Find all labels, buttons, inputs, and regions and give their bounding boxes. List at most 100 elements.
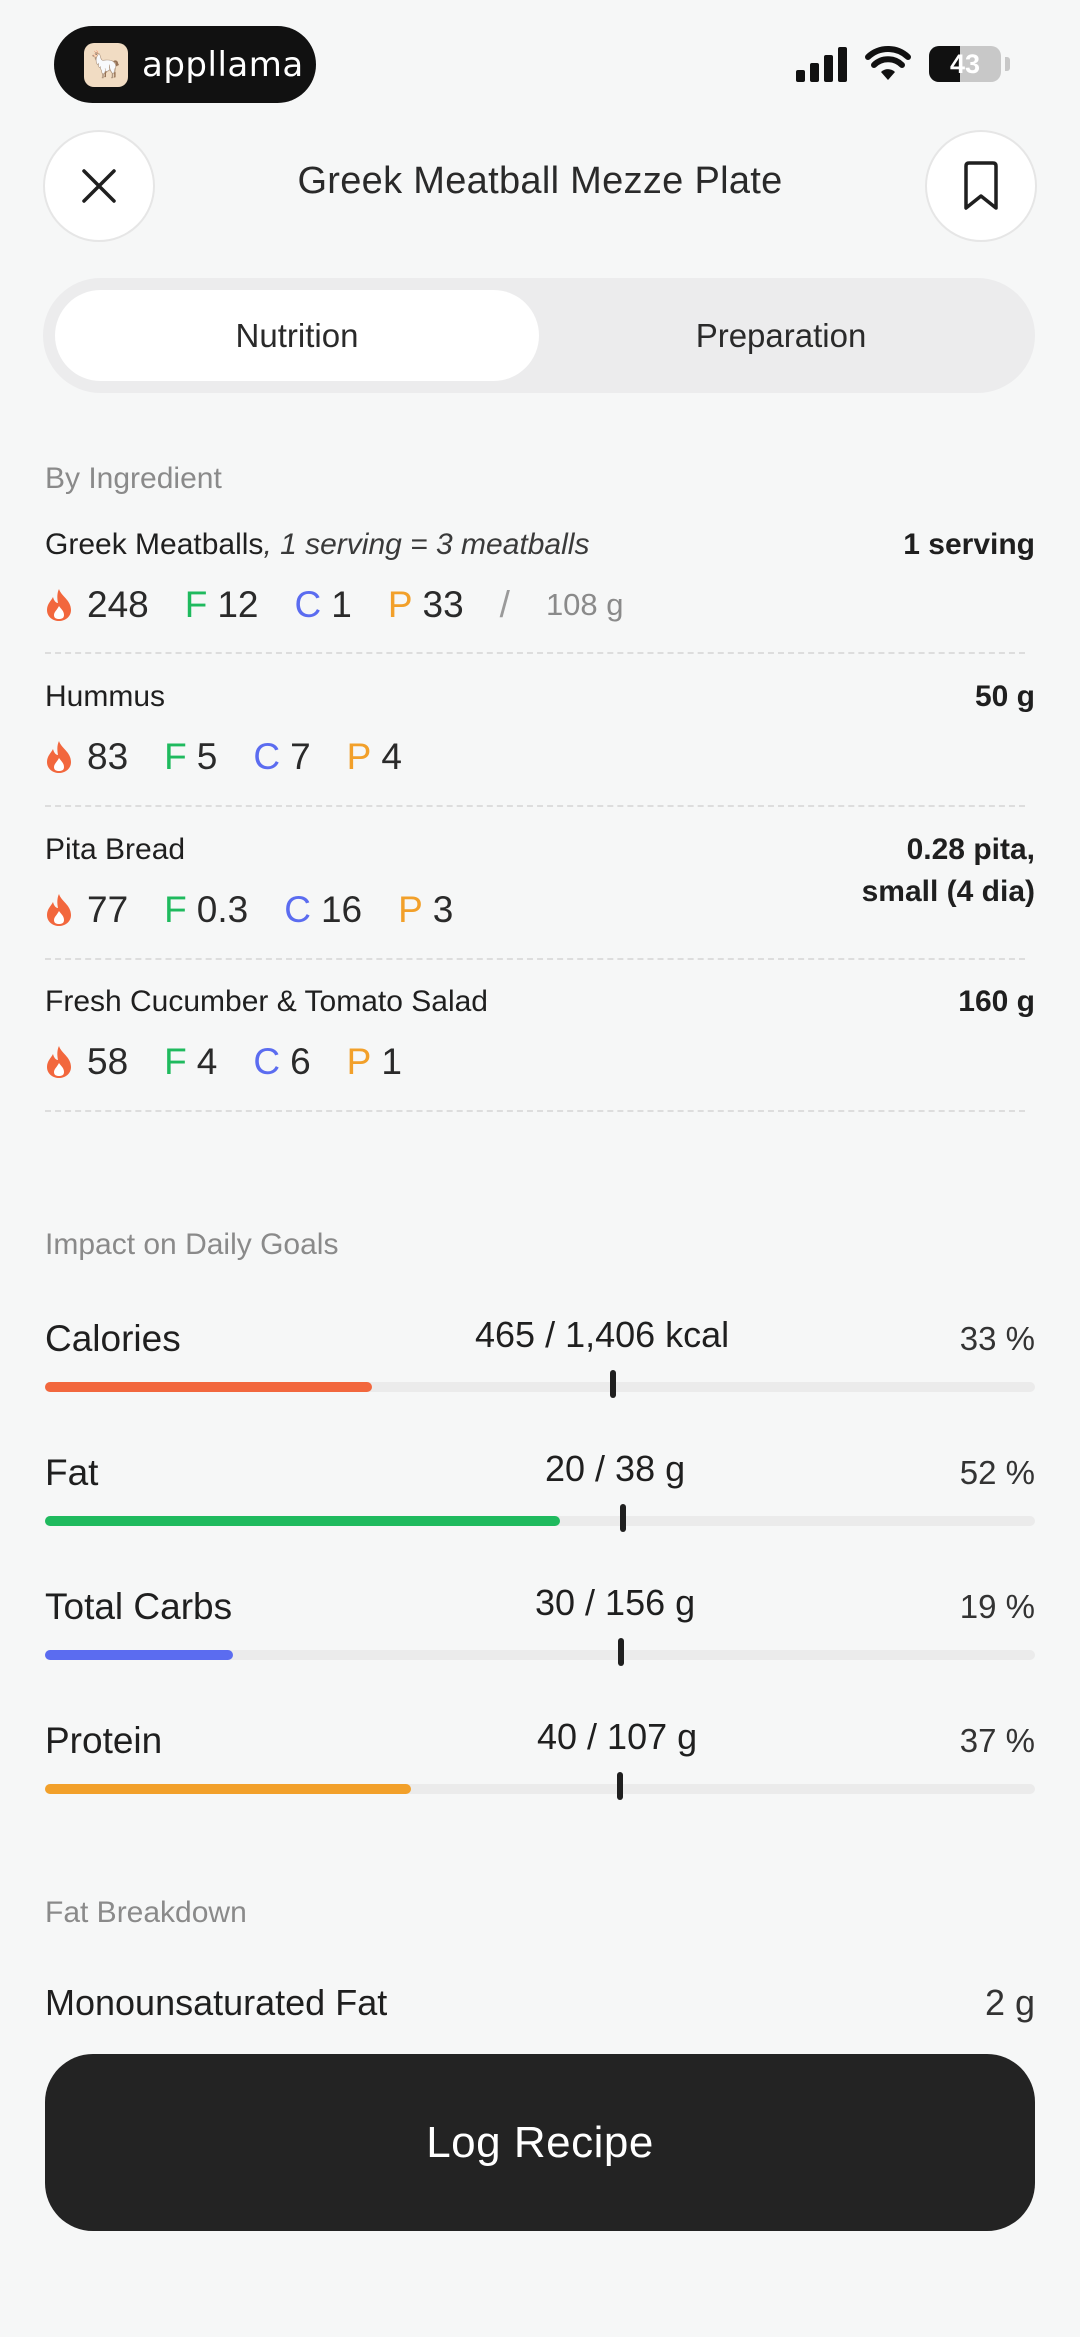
protein-letter: P bbox=[346, 736, 372, 777]
divider bbox=[45, 1110, 1025, 1112]
fat-letter: F bbox=[164, 889, 187, 930]
progress-track bbox=[45, 1370, 1035, 1398]
flame-icon bbox=[47, 894, 71, 926]
carbs-value: 1 bbox=[331, 584, 352, 625]
calories-value: 83 bbox=[87, 736, 129, 777]
fat-letter: F bbox=[164, 1041, 187, 1082]
protein-value: 33 bbox=[422, 584, 464, 625]
goal-value: 40 / 107 g bbox=[537, 1716, 698, 1757]
goal-protein: Protein 40 / 107 g 37 % bbox=[45, 1716, 1035, 1830]
ingredient-weight: 108 g bbox=[545, 587, 624, 622]
ingredient-quantity: 0.28 pita, small (4 dia) bbox=[862, 833, 1035, 909]
app-badge[interactable]: 🦙 appllama bbox=[54, 26, 316, 103]
system-icons: 43 bbox=[796, 46, 1010, 82]
divider bbox=[45, 958, 1025, 960]
page-title: Greek Meatball Mezze Plate bbox=[297, 160, 783, 202]
carbs-letter: C bbox=[284, 889, 311, 930]
ingredient-row[interactable]: Hummus 50 g 83 F5 C7 P4 bbox=[45, 680, 1035, 778]
ingredient-quantity: 50 g bbox=[974, 680, 1035, 713]
calories-value: 77 bbox=[87, 889, 129, 930]
cellular-signal-icon bbox=[796, 46, 847, 82]
ingredient-row[interactable]: Fresh Cucumber & Tomato Salad 160 g 58 F… bbox=[45, 985, 1035, 1083]
quantity-line: small (4 dia) bbox=[861, 875, 1035, 908]
tab-preparation[interactable]: Preparation bbox=[539, 290, 1023, 381]
goal-name: Fat bbox=[45, 1452, 99, 1493]
app-badge-label: appllama bbox=[142, 44, 304, 85]
ingredient-title: Greek Meatballs bbox=[45, 528, 264, 561]
protein-letter: P bbox=[398, 889, 423, 930]
flame-icon bbox=[47, 741, 71, 773]
progress-marker bbox=[610, 1370, 616, 1398]
bookmark-icon bbox=[964, 161, 998, 210]
carbs-letter: C bbox=[253, 736, 281, 777]
carbs-value: 7 bbox=[290, 736, 311, 777]
daily-goals-heading: Impact on Daily Goals bbox=[45, 1228, 339, 1261]
ingredient-title: Hummus bbox=[45, 680, 166, 713]
progress-bar-calories bbox=[45, 1382, 372, 1392]
divider bbox=[45, 652, 1025, 654]
protein-value: 3 bbox=[432, 889, 454, 930]
ingredient-row[interactable]: Greek Meatballs, 1 serving = 3 meatballs… bbox=[45, 528, 1035, 626]
protein-value: 4 bbox=[381, 736, 402, 777]
fat-breakdown-value: 2 g bbox=[984, 1982, 1035, 2023]
fat-value: 12 bbox=[217, 584, 259, 625]
status-bar: 🦙 appllama 43 bbox=[0, 0, 1080, 130]
progress-bar-fat bbox=[45, 1516, 560, 1526]
goal-fat: Fat 20 / 38 g 52 % bbox=[45, 1448, 1035, 1562]
ingredient-name: Greek Meatballs, 1 serving = 3 meatballs bbox=[45, 528, 1035, 562]
carbs-value: 6 bbox=[290, 1041, 311, 1082]
ingredient-row[interactable]: Pita Bread 0.28 pita, small (4 dia) 77 F… bbox=[45, 833, 1035, 931]
ingredient-note: , 1 serving = 3 meatballs bbox=[263, 528, 590, 561]
protein-value: 1 bbox=[381, 1041, 402, 1082]
goal-value: 465 / 1,406 kcal bbox=[475, 1314, 730, 1355]
ingredient-macros: 58 F4 C6 P1 bbox=[45, 1041, 1035, 1083]
segmented-tabs: Nutrition Preparation bbox=[43, 278, 1035, 393]
fat-breakdown-name: Monounsaturated Fat bbox=[45, 1982, 388, 2023]
battery-tip bbox=[1005, 57, 1010, 71]
close-button[interactable] bbox=[43, 130, 155, 242]
goal-percent: 52 % bbox=[959, 1454, 1035, 1491]
by-ingredient-heading: By Ingredient bbox=[45, 462, 222, 495]
bookmark-button[interactable] bbox=[925, 130, 1037, 242]
goal-percent: 33 % bbox=[959, 1320, 1035, 1357]
quantity-line: 0.28 pita, bbox=[906, 833, 1035, 866]
progress-bar-carbs bbox=[45, 1650, 234, 1660]
progress-marker bbox=[620, 1504, 626, 1532]
battery-icon: 43 bbox=[929, 46, 1001, 82]
progress-marker bbox=[618, 1638, 624, 1666]
progress-track bbox=[45, 1772, 1035, 1800]
recipe-detail-screen: 🦙 appllama 43 Greek Meatball Mezze Plate bbox=[0, 0, 1080, 2337]
fat-letter: F bbox=[184, 584, 208, 625]
log-recipe-button[interactable]: Log Recipe bbox=[45, 2054, 1035, 2231]
tab-nutrition[interactable]: Nutrition bbox=[55, 290, 539, 381]
fat-letter: F bbox=[164, 736, 187, 777]
goal-name: Calories bbox=[45, 1318, 181, 1359]
carbs-letter: C bbox=[253, 1041, 281, 1082]
llama-logo-icon: 🦙 bbox=[84, 42, 128, 87]
protein-letter: P bbox=[346, 1041, 372, 1082]
flame-icon bbox=[47, 1046, 71, 1078]
progress-marker bbox=[617, 1772, 623, 1800]
ingredient-title: Fresh Cucumber & Tomato Salad bbox=[45, 985, 488, 1018]
calories-value: 248 bbox=[87, 584, 149, 625]
divider bbox=[45, 805, 1025, 807]
goal-carbs: Total Carbs 30 / 156 g 19 % bbox=[45, 1582, 1035, 1696]
goal-percent: 37 % bbox=[959, 1722, 1035, 1759]
separator: / bbox=[499, 584, 510, 625]
progress-bar-protein bbox=[45, 1784, 412, 1794]
close-icon bbox=[82, 169, 116, 203]
carbs-value: 16 bbox=[320, 889, 363, 930]
goal-name: Total Carbs bbox=[45, 1586, 233, 1627]
battery-level: 43 bbox=[949, 48, 981, 79]
goal-calories: Calories 465 / 1,406 kcal 33 % bbox=[45, 1314, 1035, 1428]
ingredient-macros: 248 F 12 C1 P 33 / 108 g bbox=[45, 584, 1035, 626]
ingredient-quantity: 160 g bbox=[958, 985, 1035, 1018]
fat-value: 5 bbox=[196, 736, 218, 777]
carbs-letter: C bbox=[294, 584, 322, 625]
goal-value: 20 / 38 g bbox=[545, 1448, 686, 1489]
progress-track bbox=[45, 1504, 1035, 1532]
ingredient-macros: 83 F5 C7 P4 bbox=[45, 736, 1035, 778]
wifi-icon bbox=[865, 46, 911, 80]
fat-value: 0.3 bbox=[196, 889, 249, 930]
progress-track bbox=[45, 1638, 1035, 1666]
